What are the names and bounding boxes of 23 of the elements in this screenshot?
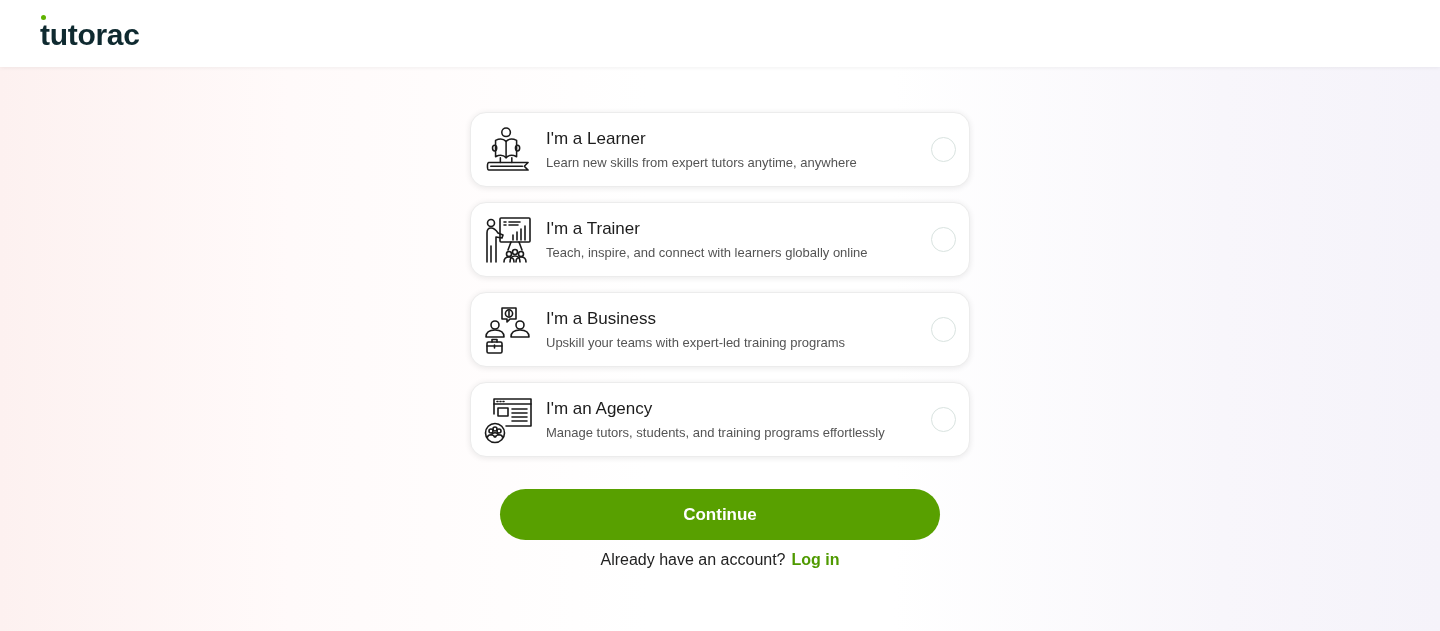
role-description: Upskill your teams with expert-led training programs xyxy=(546,334,847,351)
browser-window-with-group-icon xyxy=(484,395,532,444)
radio-button[interactable] xyxy=(931,137,956,162)
login-prompt-text: Already have an account? xyxy=(600,550,786,570)
role-option-card[interactable]: I'm a Trainer Teach, inspire, and connect with learners globally online xyxy=(470,202,970,277)
role-option-card[interactable]: I'm an Agency Manage tutors, students, and training programs effortlessly xyxy=(470,382,970,457)
tutorac-logo[interactable]: tutorac xyxy=(40,17,140,52)
role-title: I'm a Learner xyxy=(546,128,647,149)
person-reading-book-icon xyxy=(486,125,530,174)
role-title: I'm a Trainer xyxy=(546,218,641,239)
role-description: Manage tutors, students, and training programs effortlessly xyxy=(546,424,886,441)
log-in-link[interactable]: Log in xyxy=(791,550,840,570)
people-money-briefcase-icon xyxy=(485,305,531,354)
radio-button[interactable] xyxy=(931,227,956,252)
radio-button[interactable] xyxy=(931,407,956,432)
presenter-with-chart-icon xyxy=(484,215,532,264)
role-option-card[interactable]: I'm a Learner Learn new skills from expert tutors anytime, anywhere xyxy=(470,112,970,187)
role-option-card[interactable]: I'm a Business Upskill your teams with expert-led training programs xyxy=(470,292,970,367)
role-title: I'm a Business xyxy=(546,308,657,329)
role-description: Learn new skills from expert tutors anytime, anywhere xyxy=(546,154,858,171)
role-description: Teach, inspire, and connect with learners globally online xyxy=(546,244,869,261)
role-title: I'm an Agency xyxy=(546,398,654,419)
radio-button[interactable] xyxy=(931,317,956,342)
